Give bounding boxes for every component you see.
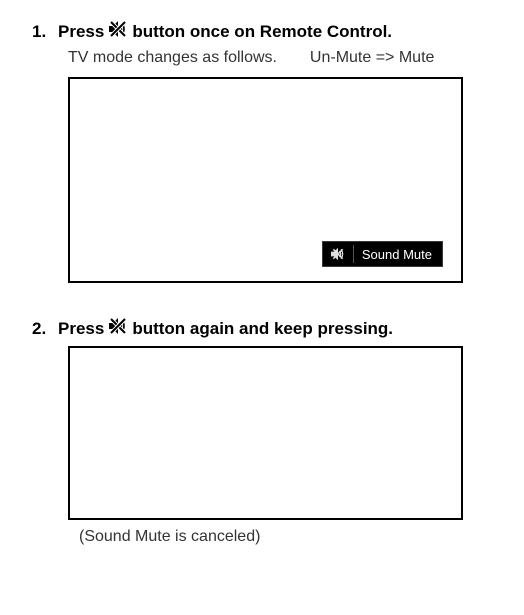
step-2-number: 2. <box>32 319 58 339</box>
step-1-subtext: TV mode changes as follows. Un-Mute => M… <box>68 49 508 67</box>
osd-sound-mute: Sound Mute <box>322 241 443 267</box>
step-2-post: button again and keep pressing. <box>132 319 393 339</box>
osd-sound-mute-label: Sound Mute <box>362 247 432 262</box>
step-1-text: Press button once on Remote Control. <box>58 20 392 43</box>
mute-crossed-icon <box>108 317 128 340</box>
step-1-post: button once on Remote Control. <box>132 22 392 42</box>
cancel-note: (Sound Mute is canceled) <box>79 528 508 546</box>
mute-crossed-icon-small <box>327 245 354 263</box>
step-1-pre: Press <box>58 22 104 42</box>
tv-screen-1: Sound Mute <box>68 77 463 283</box>
step-2-pre: Press <box>58 319 104 339</box>
step-2-text: Press button again and keep pressing. <box>58 317 393 340</box>
mute-transition-label: Un-Mute => Mute <box>310 49 435 66</box>
mute-crossed-icon <box>108 20 128 43</box>
step-1-heading: 1. Press button once on Remote Control. <box>32 20 508 43</box>
step-2: 2. Press button again and keep pressing. <box>24 317 508 546</box>
tv-screen-2 <box>68 346 463 520</box>
step-1: 1. Press button once on Remote Control. <box>24 20 508 283</box>
step-1-number: 1. <box>32 22 58 42</box>
step-2-heading: 2. Press button again and keep pressing. <box>32 317 508 340</box>
tv-mode-changes-label: TV mode changes as follows. <box>68 49 277 66</box>
